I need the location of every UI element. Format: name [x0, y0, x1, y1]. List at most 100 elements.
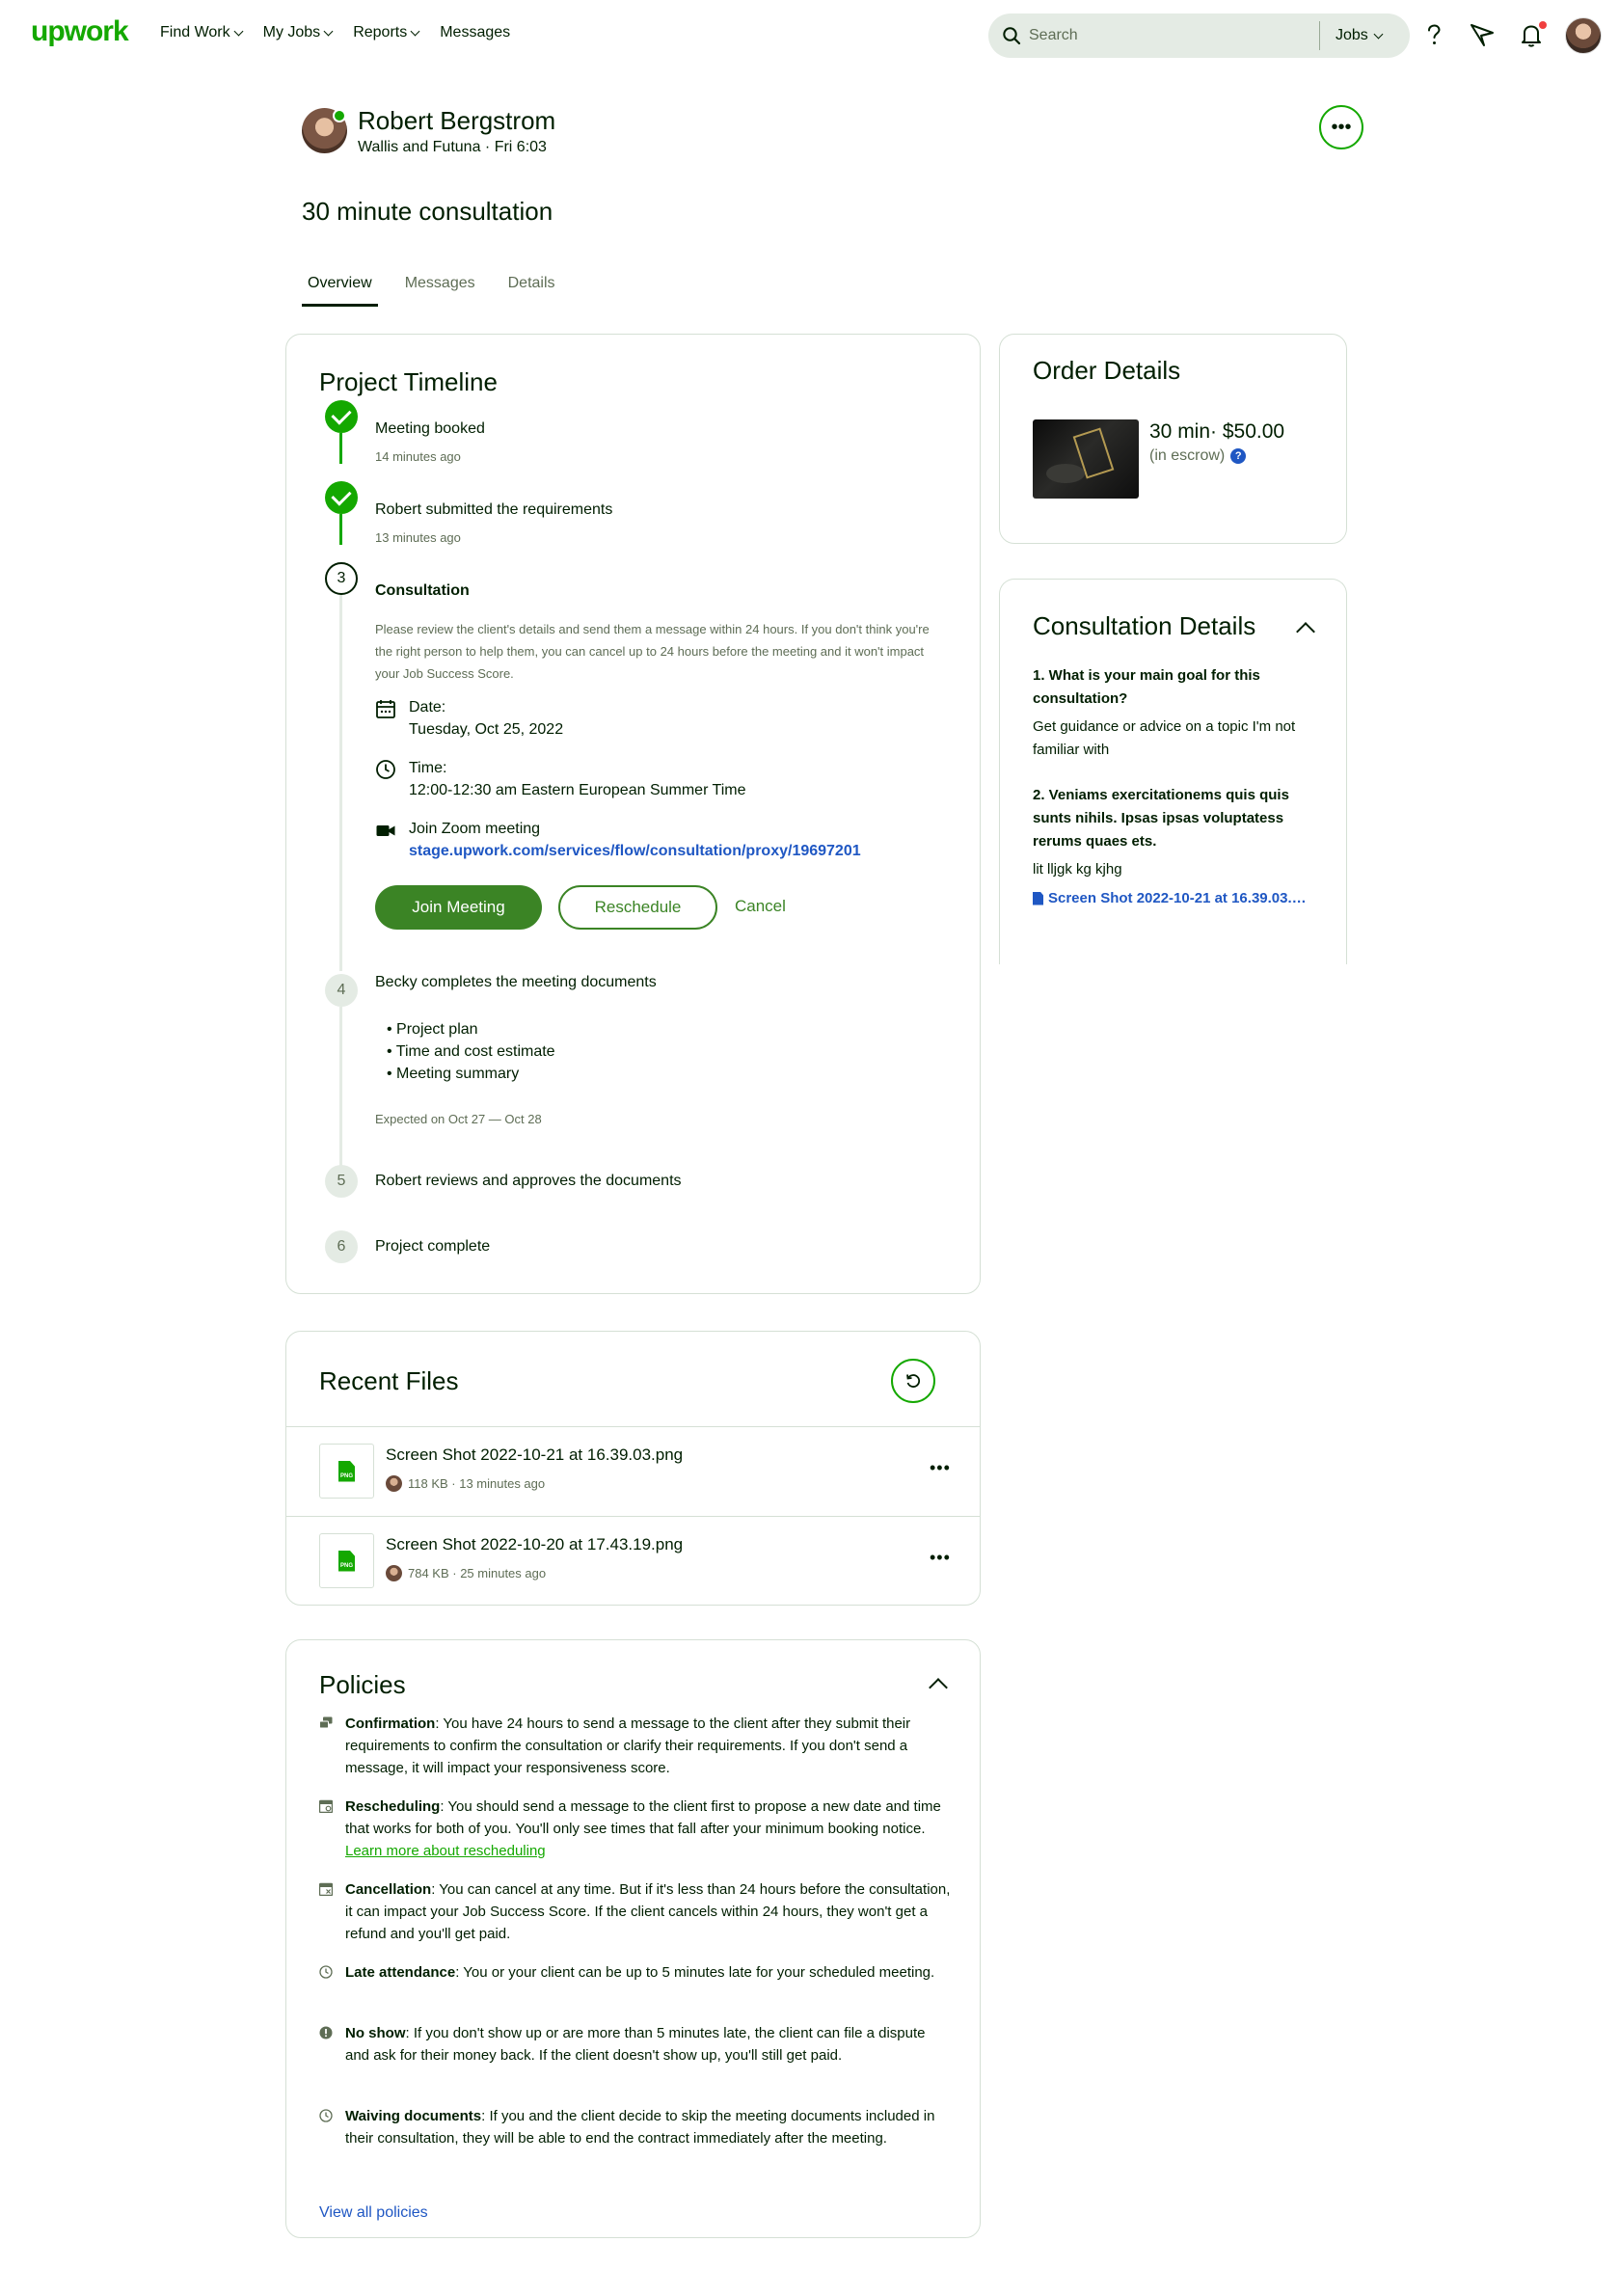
- search-bar: Jobs: [988, 14, 1410, 58]
- step-4-number: 4: [325, 974, 358, 1007]
- clock-icon: [319, 1965, 333, 1979]
- question-2: 2. Veniams exercitationems quis quis sun…: [1033, 787, 1289, 850]
- send-icon[interactable]: [1469, 21, 1496, 48]
- deliverables-list: Project plan Time and cost estimate Meet…: [387, 1018, 555, 1085]
- nav-my-jobs[interactable]: My Jobs: [263, 24, 334, 41]
- time-value: 12:00-12:30 am Eastern European Summer T…: [409, 782, 746, 798]
- nav-messages[interactable]: Messages: [440, 24, 510, 41]
- recent-files-card: Recent Files PNG Screen Shot 2022-10-21 …: [285, 1331, 981, 1606]
- learn-more-rescheduling-link[interactable]: Learn more about rescheduling: [345, 1843, 546, 1859]
- tab-details[interactable]: Details: [502, 275, 561, 307]
- png-file-icon: PNG: [319, 1444, 374, 1499]
- more-icon: •••: [1331, 117, 1352, 138]
- refresh-button[interactable]: [891, 1359, 935, 1403]
- video-camera-icon: [376, 825, 395, 836]
- step-1-time: 14 minutes ago: [375, 449, 461, 464]
- date-value: Tuesday, Oct 25, 2022: [409, 721, 564, 738]
- chevron-up-icon[interactable]: [929, 1678, 948, 1697]
- answer-2: lit lljgk kg kjhg: [1033, 861, 1122, 878]
- policies-card: Policies Confirmation: You have 24 hours…: [285, 1639, 981, 2238]
- order-details-title: Order Details: [1033, 356, 1181, 385]
- tab-messages[interactable]: Messages: [399, 275, 481, 307]
- step-2-time: 13 minutes ago: [375, 530, 461, 545]
- page-title: 30 minute consultation: [302, 197, 553, 226]
- attachment-link[interactable]: Screen Shot 2022-10-21 at 16.39.03.png: [1033, 890, 1312, 906]
- answer-1: Get guidance or advice on a topic I'm no…: [1033, 718, 1296, 758]
- order-price: 30 min· $50.00: [1149, 420, 1285, 443]
- file-row[interactable]: PNG Screen Shot 2022-10-20 at 17.43.19.p…: [286, 1516, 980, 1605]
- timeline-connector: [339, 1007, 342, 1180]
- step-2-title: Robert submitted the requirements: [375, 501, 613, 518]
- calendar-icon: [319, 1799, 333, 1813]
- main-nav: Find Work My Jobs Reports Messages: [160, 24, 531, 41]
- search-scope-dropdown[interactable]: Jobs: [1336, 27, 1384, 44]
- join-meeting-button[interactable]: Join Meeting: [375, 885, 542, 930]
- file-row[interactable]: PNG Screen Shot 2022-10-21 at 16.39.03.p…: [286, 1426, 980, 1516]
- notification-dot: [1539, 21, 1547, 29]
- chevron-down-icon: [410, 26, 420, 36]
- clock-icon: [319, 2109, 333, 2122]
- tab-bar: Overview Messages Details: [302, 275, 582, 307]
- expected-dates: Expected on Oct 27 — Oct 28: [375, 1112, 542, 1126]
- uploader-avatar: [386, 1475, 402, 1492]
- list-item: Meeting summary: [387, 1063, 555, 1085]
- service-thumbnail: [1033, 419, 1139, 499]
- step-3-description: Please review the client's details and s…: [375, 622, 930, 681]
- refresh-icon: [906, 1374, 921, 1388]
- user-avatar[interactable]: [1565, 17, 1602, 54]
- file-more-icon[interactable]: •••: [930, 1548, 951, 1568]
- chevron-up-icon[interactable]: [1296, 622, 1315, 641]
- file-meta: 784 KB · 25 minutes ago: [386, 1565, 546, 1581]
- uploader-avatar: [386, 1565, 402, 1581]
- consultation-details-card: Consultation Details 1. What is your mai…: [999, 579, 1347, 964]
- file-name[interactable]: Screen Shot 2022-10-20 at 17.43.19.png: [386, 1535, 683, 1554]
- project-timeline-card: Project Timeline Meeting booked 14 minut…: [285, 334, 981, 1294]
- reschedule-button[interactable]: Reschedule: [558, 885, 717, 930]
- escrow-status: (in escrow)?: [1149, 447, 1247, 465]
- png-file-icon: PNG: [319, 1533, 374, 1588]
- zoom-label: Join Zoom meeting: [409, 821, 541, 837]
- search-icon: [1003, 27, 1021, 45]
- upwork-logo[interactable]: upwork: [31, 15, 129, 48]
- order-details-card: Order Details 30 min· $50.00 (in escrow)…: [999, 334, 1347, 544]
- nav-find-work[interactable]: Find Work: [160, 24, 244, 41]
- search-divider: [1319, 21, 1320, 50]
- timeline-connector: [339, 433, 342, 464]
- consultation-details-title: Consultation Details: [1033, 611, 1256, 640]
- step-3-number: 3: [325, 562, 358, 595]
- calendar-icon: [376, 700, 395, 718]
- tab-overview[interactable]: Overview: [302, 275, 378, 307]
- step-1-title: Meeting booked: [375, 420, 485, 437]
- policies-title: Policies: [319, 1670, 406, 1699]
- step-5-title: Robert reviews and approves the document…: [375, 1173, 682, 1189]
- file-more-icon[interactable]: •••: [930, 1458, 951, 1478]
- help-icon[interactable]: ?: [1230, 448, 1247, 464]
- list-item: Project plan: [387, 1018, 555, 1040]
- timeline-connector: [339, 595, 342, 971]
- alert-icon: [319, 2026, 333, 2039]
- step-4-title: Becky completes the meeting documents: [375, 974, 657, 990]
- timeline-connector: [339, 514, 342, 545]
- list-item: Time and cost estimate: [387, 1040, 555, 1063]
- top-navigation-bar: upwork Find Work My Jobs Reports Message…: [0, 0, 1619, 69]
- calendar-cancel-icon: [319, 1882, 333, 1896]
- online-status-dot: [333, 109, 346, 122]
- cancel-button[interactable]: Cancel: [735, 897, 786, 916]
- recent-files-title: Recent Files: [319, 1366, 459, 1395]
- view-all-policies-link[interactable]: View all policies: [319, 2204, 428, 2222]
- step-3-title: Consultation: [375, 582, 470, 599]
- step-6-title: Project complete: [375, 1238, 491, 1255]
- chat-icon: [319, 1716, 333, 1729]
- step-complete-check-icon: [325, 400, 358, 433]
- document-icon: [1033, 891, 1043, 905]
- search-input[interactable]: [1029, 14, 1318, 58]
- time-label: Time:: [409, 760, 447, 776]
- timeline-title: Project Timeline: [319, 367, 498, 396]
- zoom-meeting-link[interactable]: stage.upwork.com/services/flow/consultat…: [409, 843, 861, 860]
- help-icon[interactable]: [1420, 21, 1447, 48]
- nav-reports[interactable]: Reports: [353, 24, 420, 41]
- step-5-number: 5: [325, 1165, 358, 1198]
- file-name[interactable]: Screen Shot 2022-10-21 at 16.39.03.png: [386, 1445, 683, 1465]
- more-options-button[interactable]: •••: [1319, 105, 1363, 149]
- client-name[interactable]: Robert Bergstrom: [358, 106, 555, 136]
